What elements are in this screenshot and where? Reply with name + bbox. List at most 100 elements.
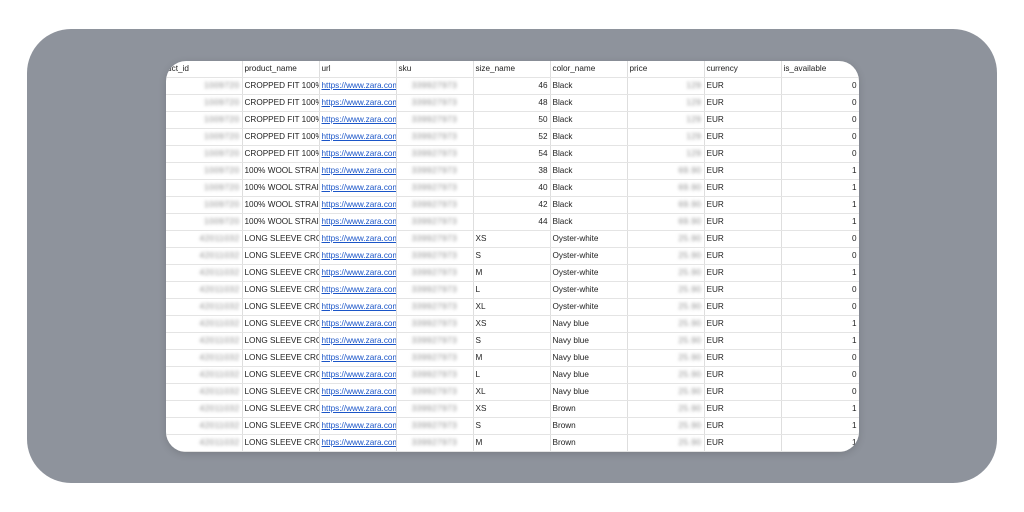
- cell-is-available[interactable]: 1: [781, 417, 859, 435]
- cell-currency[interactable]: EUR: [704, 128, 782, 146]
- cell-sku[interactable]: 339927973: [396, 349, 474, 367]
- cell-color-name[interactable]: Oyster-white: [550, 298, 628, 316]
- cell-currency[interactable]: EUR: [704, 213, 782, 231]
- cell-is-available[interactable]: 1: [781, 400, 859, 418]
- cell-is-available[interactable]: 0: [781, 281, 859, 299]
- cell-size-name[interactable]: 52: [473, 128, 551, 146]
- column-header-size-name[interactable]: size_name: [473, 61, 551, 78]
- cell-price[interactable]: 25.90: [627, 315, 705, 333]
- cell-currency[interactable]: EUR: [704, 247, 782, 265]
- cell-currency[interactable]: EUR: [704, 417, 782, 435]
- cell-price[interactable]: 129: [627, 94, 705, 112]
- cell-currency[interactable]: EUR: [704, 111, 782, 129]
- cell-url[interactable]: https://www.zara.com: [319, 315, 397, 333]
- cell-product-name[interactable]: CROPPED FIT 100%: [242, 128, 320, 146]
- cell-color-name[interactable]: Brown: [550, 417, 628, 435]
- cell-price[interactable]: 69.90: [627, 213, 705, 231]
- table-row[interactable]: 42011032LONG SLEEVE CROhttps://www.zara.…: [166, 400, 859, 418]
- cell-color-name[interactable]: Black: [550, 77, 628, 95]
- cell-sku[interactable]: 339927973: [396, 196, 474, 214]
- cell-product-id[interactable]: 1009720: [166, 128, 243, 146]
- cell-product-name[interactable]: 100% WOOL STRAI: [242, 213, 320, 231]
- cell-size-name[interactable]: XS: [473, 400, 551, 418]
- cell-sku[interactable]: 339927973: [396, 332, 474, 350]
- cell-color-name[interactable]: Black: [550, 213, 628, 231]
- cell-color-name[interactable]: Oyster-white: [550, 264, 628, 282]
- cell-size-name[interactable]: L: [473, 281, 551, 299]
- table-row[interactable]: 1009720 CROPPED FIT 100% https://www.zara.…: [166, 128, 859, 146]
- cell-url[interactable]: https://www.zara.com: [319, 281, 397, 299]
- cell-currency[interactable]: EUR: [704, 196, 782, 214]
- cell-product-id[interactable]: 1009720: [166, 111, 243, 129]
- cell-sku[interactable]: 339927973: [396, 179, 474, 197]
- cell-product-name[interactable]: LONG SLEEVE CRO: [242, 332, 320, 350]
- cell-product-name[interactable]: CROPPED FIT 100%: [242, 111, 320, 129]
- cell-size-name[interactable]: S: [473, 332, 551, 350]
- cell-is-available[interactable]: 1: [781, 264, 859, 282]
- cell-currency[interactable]: EUR: [704, 315, 782, 333]
- cell-currency[interactable]: EUR: [704, 162, 782, 180]
- table-row[interactable]: 1009720 CROPPED FIT 100% https://www.zara.…: [166, 111, 859, 129]
- cell-price[interactable]: 25.90: [627, 400, 705, 418]
- cell-is-available[interactable]: 1: [781, 162, 859, 180]
- cell-price[interactable]: 129: [627, 128, 705, 146]
- cell-is-available[interactable]: 1: [781, 213, 859, 231]
- cell-product-name[interactable]: LONG SLEEVE CRO: [242, 230, 320, 248]
- cell-color-name[interactable]: Black: [550, 94, 628, 112]
- cell-sku[interactable]: 339927973: [396, 451, 474, 452]
- cell-sku[interactable]: 339927973: [396, 281, 474, 299]
- cell-url[interactable]: https://www.zara.com: [319, 213, 397, 231]
- cell-is-available[interactable]: 0: [781, 383, 859, 401]
- cell-product-id[interactable]: 42011032: [166, 366, 243, 384]
- cell-price[interactable]: 25.90: [627, 451, 705, 452]
- cell-is-available[interactable]: 0: [781, 128, 859, 146]
- cell-currency[interactable]: EUR: [704, 179, 782, 197]
- cell-price[interactable]: 25.90: [627, 434, 705, 452]
- cell-size-name[interactable]: 46: [473, 77, 551, 95]
- cell-currency[interactable]: EUR: [704, 145, 782, 163]
- cell-product-name[interactable]: LONG SLEEVE CRO: [242, 315, 320, 333]
- cell-url[interactable]: https://www.zara.com: [319, 298, 397, 316]
- cell-url[interactable]: https://www.zara.com: [319, 230, 397, 248]
- cell-size-name[interactable]: S: [473, 247, 551, 265]
- table-row[interactable]: 42011032LONG SLEEVE CROhttps://www.zara.…: [166, 247, 859, 265]
- cell-url[interactable]: https://www.zara.com: [319, 77, 397, 95]
- cell-is-available[interactable]: 0: [781, 366, 859, 384]
- cell-size-name[interactable]: 40: [473, 179, 551, 197]
- cell-product-name[interactable]: LONG SLEEVE CRO: [242, 400, 320, 418]
- cell-sku[interactable]: 339927973: [396, 77, 474, 95]
- cell-color-name[interactable]: Navy blue: [550, 383, 628, 401]
- cell-price[interactable]: 129: [627, 145, 705, 163]
- cell-price[interactable]: 69.90: [627, 162, 705, 180]
- cell-color-name[interactable]: Navy blue: [550, 332, 628, 350]
- table-row[interactable]: 42011032LONG SLEEVE CROhttps://www.zara.…: [166, 417, 859, 435]
- cell-url[interactable]: https://www.zara.com: [319, 162, 397, 180]
- cell-sku[interactable]: 339927973: [396, 128, 474, 146]
- cell-price[interactable]: 25.90: [627, 247, 705, 265]
- cell-product-id[interactable]: 1009720: [166, 179, 243, 197]
- cell-price[interactable]: 129: [627, 77, 705, 95]
- cell-url[interactable]: https://www.zara.com: [319, 264, 397, 282]
- column-header-product-name[interactable]: product_name: [242, 61, 320, 78]
- cell-url[interactable]: https://www.zara.com: [319, 179, 397, 197]
- column-header-url[interactable]: url: [319, 61, 397, 78]
- cell-url[interactable]: https://www.zara.com: [319, 94, 397, 112]
- cell-is-available[interactable]: 0: [781, 111, 859, 129]
- cell-product-id[interactable]: 42011032: [166, 400, 243, 418]
- cell-currency[interactable]: EUR: [704, 400, 782, 418]
- table-row[interactable]: 42011032LONG SLEEVE CROhttps://www.zara.…: [166, 383, 859, 401]
- cell-price[interactable]: 25.90: [627, 230, 705, 248]
- cell-sku[interactable]: 339927973: [396, 383, 474, 401]
- cell-product-name[interactable]: LONG SLEEVE CRO: [242, 366, 320, 384]
- cell-product-name[interactable]: 100% WOOL STRAI: [242, 179, 320, 197]
- cell-color-name[interactable]: Black: [550, 196, 628, 214]
- cell-currency[interactable]: EUR: [704, 230, 782, 248]
- cell-product-id[interactable]: 1009720: [166, 162, 243, 180]
- table-row[interactable]: 42011032LONG SLEEVE CROhttps://www.zara.…: [166, 349, 859, 367]
- cell-product-id[interactable]: 42011032: [166, 264, 243, 282]
- cell-is-available[interactable]: [781, 451, 859, 452]
- table-row[interactable]: 1009720 CROPPED FIT 100% https://www.zara.…: [166, 94, 859, 112]
- column-header-color-name[interactable]: color_name: [550, 61, 628, 78]
- cell-product-name[interactable]: LONG SLEEVE CRO: [242, 451, 320, 452]
- cell-product-id[interactable]: 42011032: [166, 383, 243, 401]
